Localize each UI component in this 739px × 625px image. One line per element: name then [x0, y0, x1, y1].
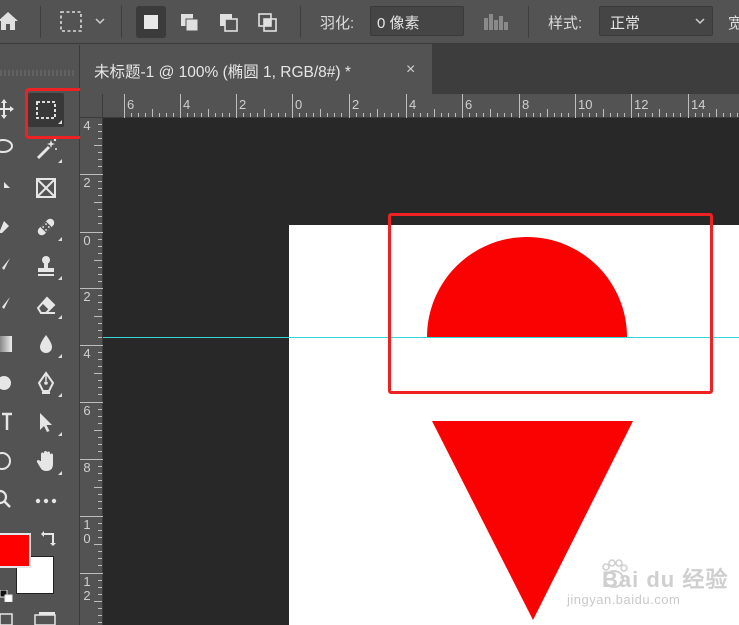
watermark-brand: Bai du 经验 — [602, 567, 729, 592]
highlight-semicircle — [388, 213, 713, 394]
watermark-url: jingyan.baidu.com — [567, 592, 681, 607]
